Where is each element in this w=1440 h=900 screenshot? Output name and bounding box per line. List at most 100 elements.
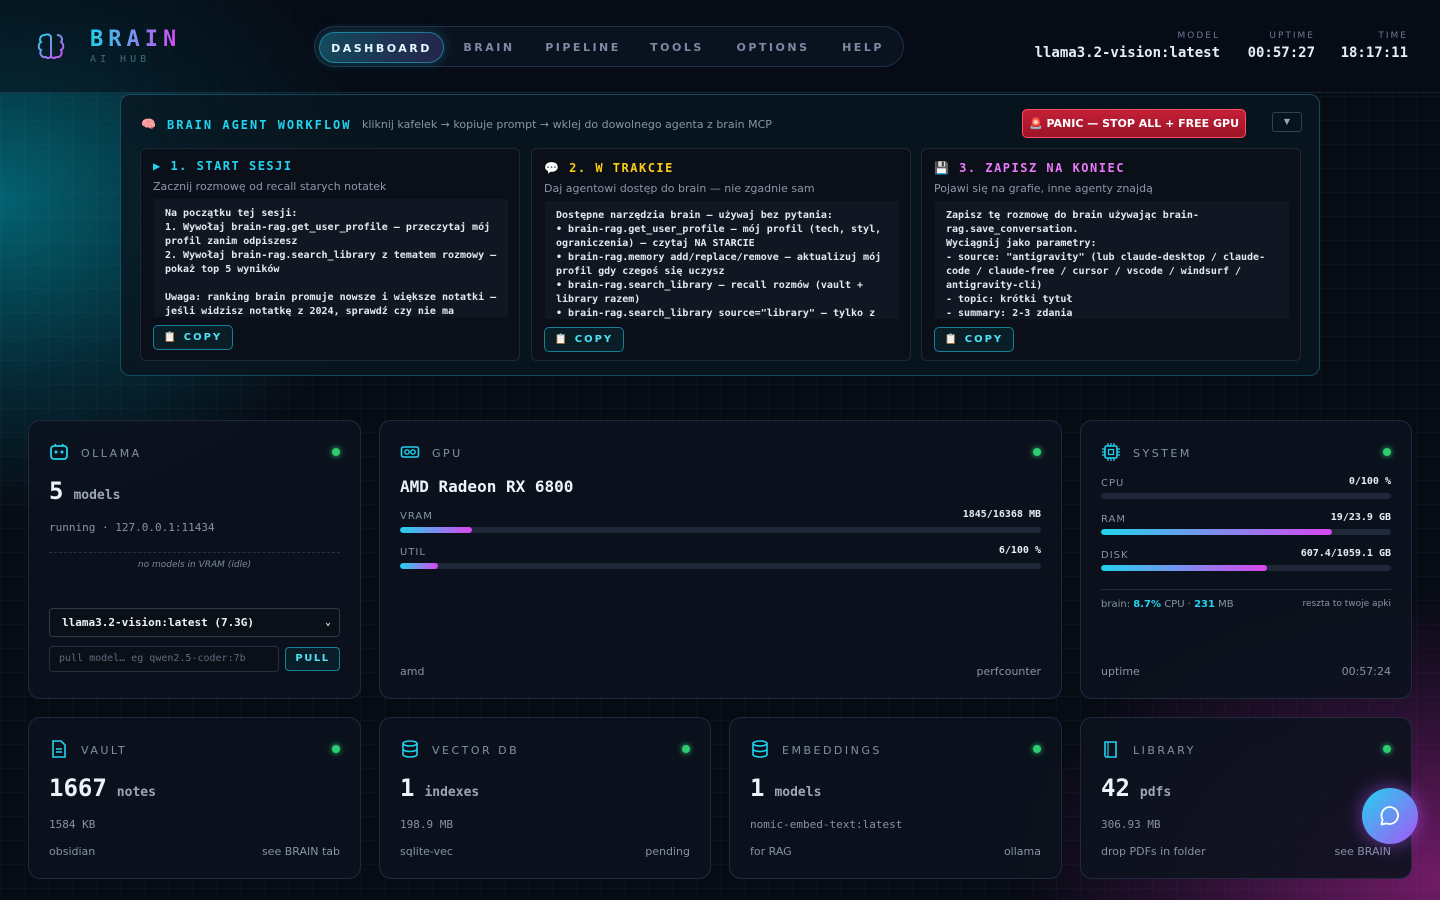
library-size: 306.93 MB [1101,818,1161,831]
app-title: BRAIN [90,27,182,52]
cpu-chip-icon [1102,443,1120,461]
status-dot [332,448,340,456]
copy-label: COPY [183,332,223,343]
util-label: UTIL [400,547,426,558]
card-description: Zacznij rozmowę od recall starych notate… [153,180,387,193]
vault-source: obsidian [49,845,96,858]
chat-bubble-icon [1380,806,1399,826]
ram-value: 19/23.9 GB [1330,512,1391,523]
vram-bar [400,527,1041,533]
brain-mem: 231 [1194,599,1215,610]
workflow-title: BRAIN AGENT WORKFLOW [167,118,352,132]
copy-button[interactable]: 📋 COPY [153,325,233,350]
copy-button[interactable]: 📋 COPY [934,327,1014,352]
embeddings-tile: EMBEDDINGS 1 models nomic-embed-text:late… [729,717,1062,879]
brain-icon: 🧠 [141,117,156,131]
disk-value: 607.4/1059.1 GB [1300,548,1391,559]
selected-model: llama3.2-vision:latest (7.3G) [62,616,255,629]
brain-logo-icon [37,33,65,60]
model-select[interactable]: llama3.2-vision:latest (7.3G) ⌄ [49,608,340,637]
brain-usage: brain: 8.7% CPU · 231 MB [1101,599,1234,610]
status-dot [1383,745,1391,753]
ram-bar [1101,529,1391,535]
embed-model-name: nomic-embed-text:latest [750,818,903,831]
time-value: 18:17:11 [1340,45,1408,61]
count-unit: models [73,488,121,503]
divider [1101,589,1391,590]
chevron-down-icon: ⌄ [324,617,331,628]
time-stat: TIME 18:17:11 [1341,31,1408,61]
see-brain-link[interactable]: see BRAIN [1334,845,1391,858]
notes-count: 1667 notes [49,774,156,802]
gpu-name: AMD Radeon RX 6800 [400,477,574,496]
card-title: 💬 2. W TRAKCIE [544,161,674,175]
copy-button[interactable]: 📋 COPY [544,327,624,352]
top-header: BRAIN AI HUB DASHBOARD BRAIN PIPELINE TO… [0,0,1440,93]
tab-options[interactable]: OPTIONS [725,32,821,63]
model-count: 5 models [49,477,120,505]
count-value: 1 [400,774,415,802]
chat-button[interactable] [1362,788,1418,844]
uptime-label: UPTIME [1269,31,1315,41]
see-brain-tab-link[interactable]: see BRAIN tab [262,845,340,858]
vault-size: 1584 KB [49,818,96,831]
pull-button[interactable]: PULL [285,647,340,671]
status-dot [1383,448,1391,456]
count-value: 42 [1101,774,1130,802]
copy-label: COPY [964,334,1004,345]
uptime-value: 00:57:24 [1341,665,1391,678]
status-dot [1033,745,1041,753]
brain-cpu-unit: CPU · [1164,599,1191,610]
status-dot [1033,448,1041,456]
count-unit: models [774,785,822,800]
disk-bar-fill [1101,565,1268,571]
gpu-tile: GPU AMD Radeon RX 6800 VRAM 1845/16368 M… [379,420,1062,699]
vram-bar-fill [400,527,473,533]
count-value: 1667 [49,774,107,802]
tile-label: SYSTEM [1133,447,1192,460]
workflow-card-save[interactable]: 💾 3. ZAPISZ NA KONIEC Pojawi się na graf… [921,148,1301,361]
library-hint: drop PDFs in folder [1101,845,1206,858]
embed-purpose: for RAG [750,845,792,858]
gpu-vendor: amd [400,665,425,678]
book-icon [1104,741,1117,758]
tab-pipeline[interactable]: PIPELINE [537,32,629,63]
tab-dashboard[interactable]: DASHBOARD [319,32,444,63]
tile-label: GPU [432,447,463,460]
model-stat: MODEL llama3.2-vision:latest [1035,31,1220,61]
count-unit: notes [116,785,156,800]
util-bar-fill [400,563,439,569]
workflow-card-during[interactable]: 💬 2. W TRAKCIE Daj agentowi dostęp do br… [531,148,911,361]
ollama-tile: OLLAMA 5 models running · 127.0.0.1:11434… [28,420,361,699]
panic-button[interactable]: 🚨 PANIC — STOP ALL + FREE GPU [1022,109,1246,138]
embed-provider: ollama [1003,845,1041,858]
copy-label: COPY [574,334,614,345]
prompt-text: Zapisz tę rozmowę do brain używając brai… [935,201,1289,319]
model-value: llama3.2-vision:latest [1034,45,1220,61]
vram-value: 1845/16368 MB [962,509,1041,520]
card-description: Daj agentowi dostęp do brain — nie zgadn… [544,182,815,195]
status-dot [682,745,690,753]
tile-label: VECTOR DB [432,744,520,757]
tab-help[interactable]: HELP [829,32,897,63]
util-value: 6/100 % [998,545,1041,556]
brain-mem-unit: MB [1218,599,1234,610]
brain-cpu: 8.7% [1133,599,1161,610]
tab-tools[interactable]: TOOLS [637,32,717,63]
embed-model-count: 1 models [750,774,821,802]
pull-model-input[interactable]: pull model… eg qwen2.5-coder:7b [49,646,279,672]
ollama-status: running · 127.0.0.1:11434 [49,521,215,534]
brain-prefix: brain: [1101,599,1131,610]
workflow-subtitle: kliknij kafelek → kopiuje prompt → wklej… [362,118,772,131]
uptime-label: uptime [1101,665,1140,678]
tile-label: OLLAMA [81,447,142,460]
vault-tile: VAULT 1667 notes 1584 KB obsidian see BRA… [28,717,361,879]
vectordb-tile: VECTOR DB 1 indexes 198.9 MB sqlite-vec p… [379,717,711,879]
collapse-toggle-button[interactable]: ▼ [1272,112,1302,132]
workflow-card-start[interactable]: ▶ 1. START SESJI Zacznij rozmowę od reca… [140,148,520,361]
time-label: TIME [1378,31,1408,41]
ram-label: RAM [1101,514,1127,525]
system-tile: SYSTEM CPU 0/100 % RAM 19/23.9 GB DISK 6… [1080,420,1412,699]
ram-bar-fill [1101,529,1332,535]
tab-brain[interactable]: BRAIN [449,32,529,63]
